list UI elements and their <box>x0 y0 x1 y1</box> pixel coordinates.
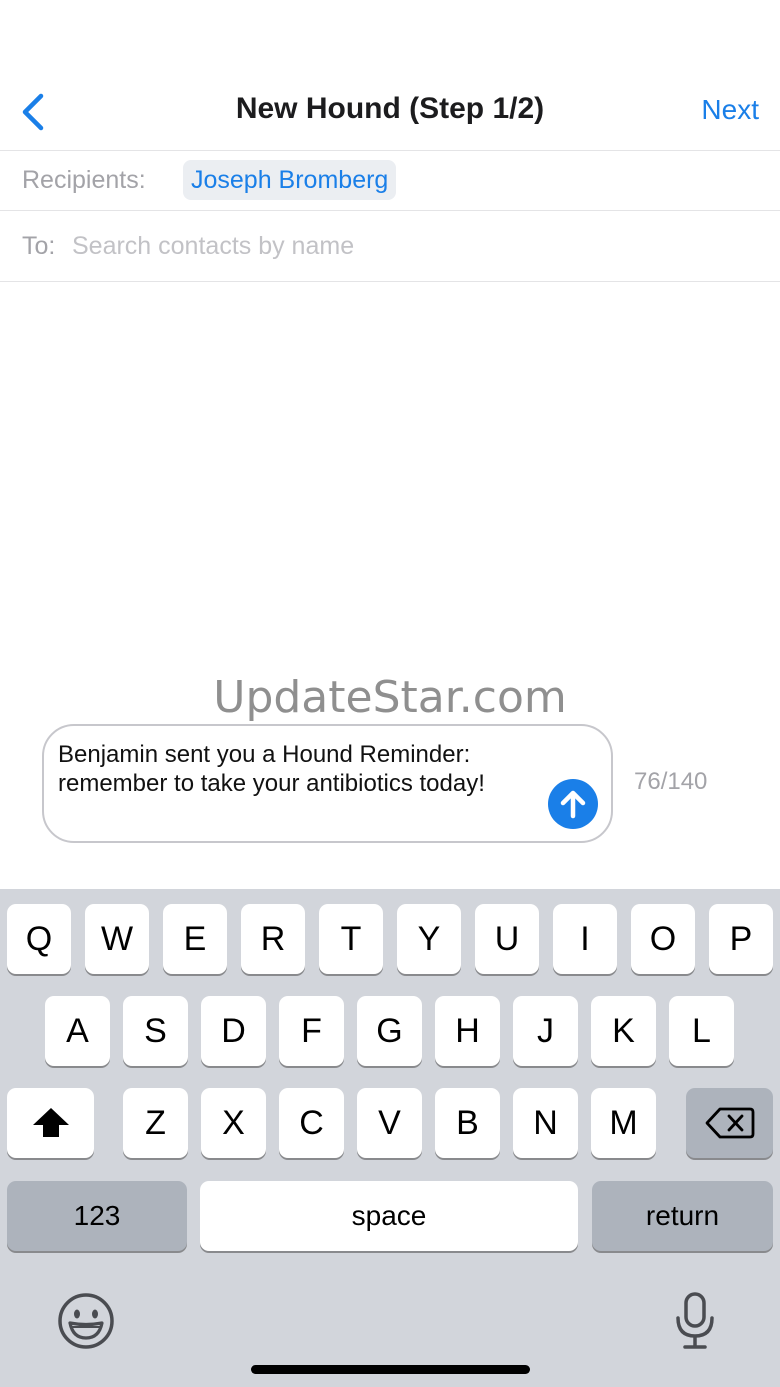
key-d[interactable]: D <box>201 996 266 1066</box>
key-w[interactable]: W <box>85 904 149 974</box>
send-button[interactable] <box>548 779 598 829</box>
microphone-icon <box>676 1292 714 1349</box>
key-y[interactable]: Y <box>397 904 461 974</box>
space-key[interactable]: space <box>200 1181 578 1251</box>
emoji-icon <box>58 1293 114 1349</box>
numbers-key[interactable]: 123 <box>7 1181 187 1251</box>
backspace-icon <box>705 1107 754 1139</box>
key-h[interactable]: H <box>435 996 500 1066</box>
key-s[interactable]: S <box>123 996 188 1066</box>
key-j[interactable]: J <box>513 996 578 1066</box>
key-g[interactable]: G <box>357 996 422 1066</box>
home-indicator[interactable] <box>251 1365 530 1374</box>
key-z[interactable]: Z <box>123 1088 188 1158</box>
key-t[interactable]: T <box>319 904 383 974</box>
to-label: To: <box>22 232 56 260</box>
emoji-button[interactable] <box>56 1291 116 1351</box>
watermark-text: UpdateStar.com <box>213 672 567 723</box>
dictation-button[interactable] <box>666 1289 724 1353</box>
page-title: New Hound (Step 1/2) <box>235 92 545 125</box>
key-b[interactable]: B <box>435 1088 500 1158</box>
key-m[interactable]: M <box>591 1088 656 1158</box>
key-a[interactable]: A <box>45 996 110 1066</box>
key-f[interactable]: F <box>279 996 344 1066</box>
key-p[interactable]: P <box>709 904 773 974</box>
key-o[interactable]: O <box>631 904 695 974</box>
recipient-chip[interactable]: Joseph Bromberg <box>183 160 397 200</box>
message-input[interactable]: Benjamin sent you a Hound Reminder: reme… <box>42 724 613 843</box>
keyboard: Q W E R T Y U I O P A S D F G H J K L Z … <box>0 889 780 1387</box>
divider <box>0 150 780 151</box>
key-q[interactable]: Q <box>7 904 71 974</box>
key-i[interactable]: I <box>553 904 617 974</box>
arrow-up-circle-icon <box>560 790 586 819</box>
search-contacts-input[interactable] <box>72 226 752 266</box>
recipients-label: Recipients: <box>22 166 146 194</box>
return-key[interactable]: return <box>592 1181 773 1251</box>
character-counter: 76/140 <box>634 768 708 795</box>
key-v[interactable]: V <box>357 1088 422 1158</box>
key-e[interactable]: E <box>163 904 227 974</box>
key-x[interactable]: X <box>201 1088 266 1158</box>
shift-icon <box>32 1108 69 1137</box>
divider <box>0 281 780 282</box>
backspace-key[interactable] <box>686 1088 773 1158</box>
key-u[interactable]: U <box>475 904 539 974</box>
key-n[interactable]: N <box>513 1088 578 1158</box>
divider <box>0 210 780 211</box>
key-l[interactable]: L <box>669 996 734 1066</box>
key-k[interactable]: K <box>591 996 656 1066</box>
next-button[interactable]: Next <box>701 94 759 126</box>
key-r[interactable]: R <box>241 904 305 974</box>
navigation-bar: New Hound (Step 1/2) Next <box>0 70 780 152</box>
key-c[interactable]: C <box>279 1088 344 1158</box>
shift-key[interactable] <box>7 1088 94 1158</box>
message-text: Benjamin sent you a Hound Reminder: reme… <box>58 741 485 797</box>
